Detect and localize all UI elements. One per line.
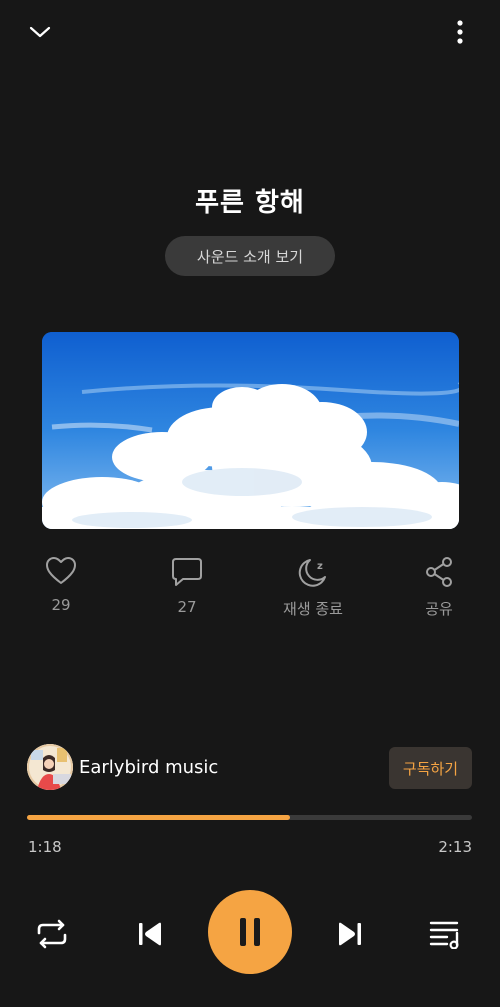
heart-icon (46, 557, 76, 584)
playlist-button[interactable] (424, 912, 468, 956)
share-icon (426, 557, 452, 587)
progress-bar[interactable] (27, 815, 472, 820)
channel-name: Earlybird music (79, 756, 219, 778)
pause-icon (240, 918, 260, 946)
current-time: 1:18 (28, 838, 62, 856)
repeat-button[interactable] (30, 912, 74, 956)
like-count: 29 (51, 596, 71, 614)
repeat-icon (37, 919, 67, 949)
comment-button[interactable]: 27 (142, 556, 232, 616)
sound-intro-button[interactable]: 사운드 소개 보기 (165, 236, 335, 276)
more-vertical-icon (457, 20, 463, 44)
channel-info[interactable]: Earlybird music (27, 744, 218, 790)
sleep-timer-label: 재생 종료 (283, 600, 343, 618)
comment-count: 27 (177, 598, 197, 616)
total-time: 2:13 (438, 838, 472, 856)
svg-text:z: z (317, 561, 323, 572)
chevron-down-icon (29, 26, 51, 38)
comment-icon (172, 558, 202, 586)
progress-fill (27, 815, 290, 820)
pause-button[interactable] (208, 890, 292, 974)
like-button[interactable]: 29 (16, 556, 106, 614)
sleep-timer-button[interactable]: z 재생 종료 (268, 556, 358, 619)
moon-sleep-icon: z (298, 559, 326, 587)
next-button[interactable] (328, 912, 372, 956)
skip-next-icon (339, 922, 361, 946)
skip-previous-icon (139, 922, 161, 946)
collapse-button[interactable] (20, 12, 60, 52)
previous-button[interactable] (128, 912, 172, 956)
playlist-icon (429, 921, 459, 949)
more-options-button[interactable] (440, 12, 480, 52)
subscribe-button[interactable]: 구독하기 (389, 747, 472, 789)
track-title: 푸른 항해 (195, 188, 305, 218)
channel-avatar (27, 744, 73, 790)
share-button[interactable]: 공유 (394, 556, 484, 619)
cover-artwork (42, 332, 459, 529)
share-label: 공유 (425, 600, 453, 618)
